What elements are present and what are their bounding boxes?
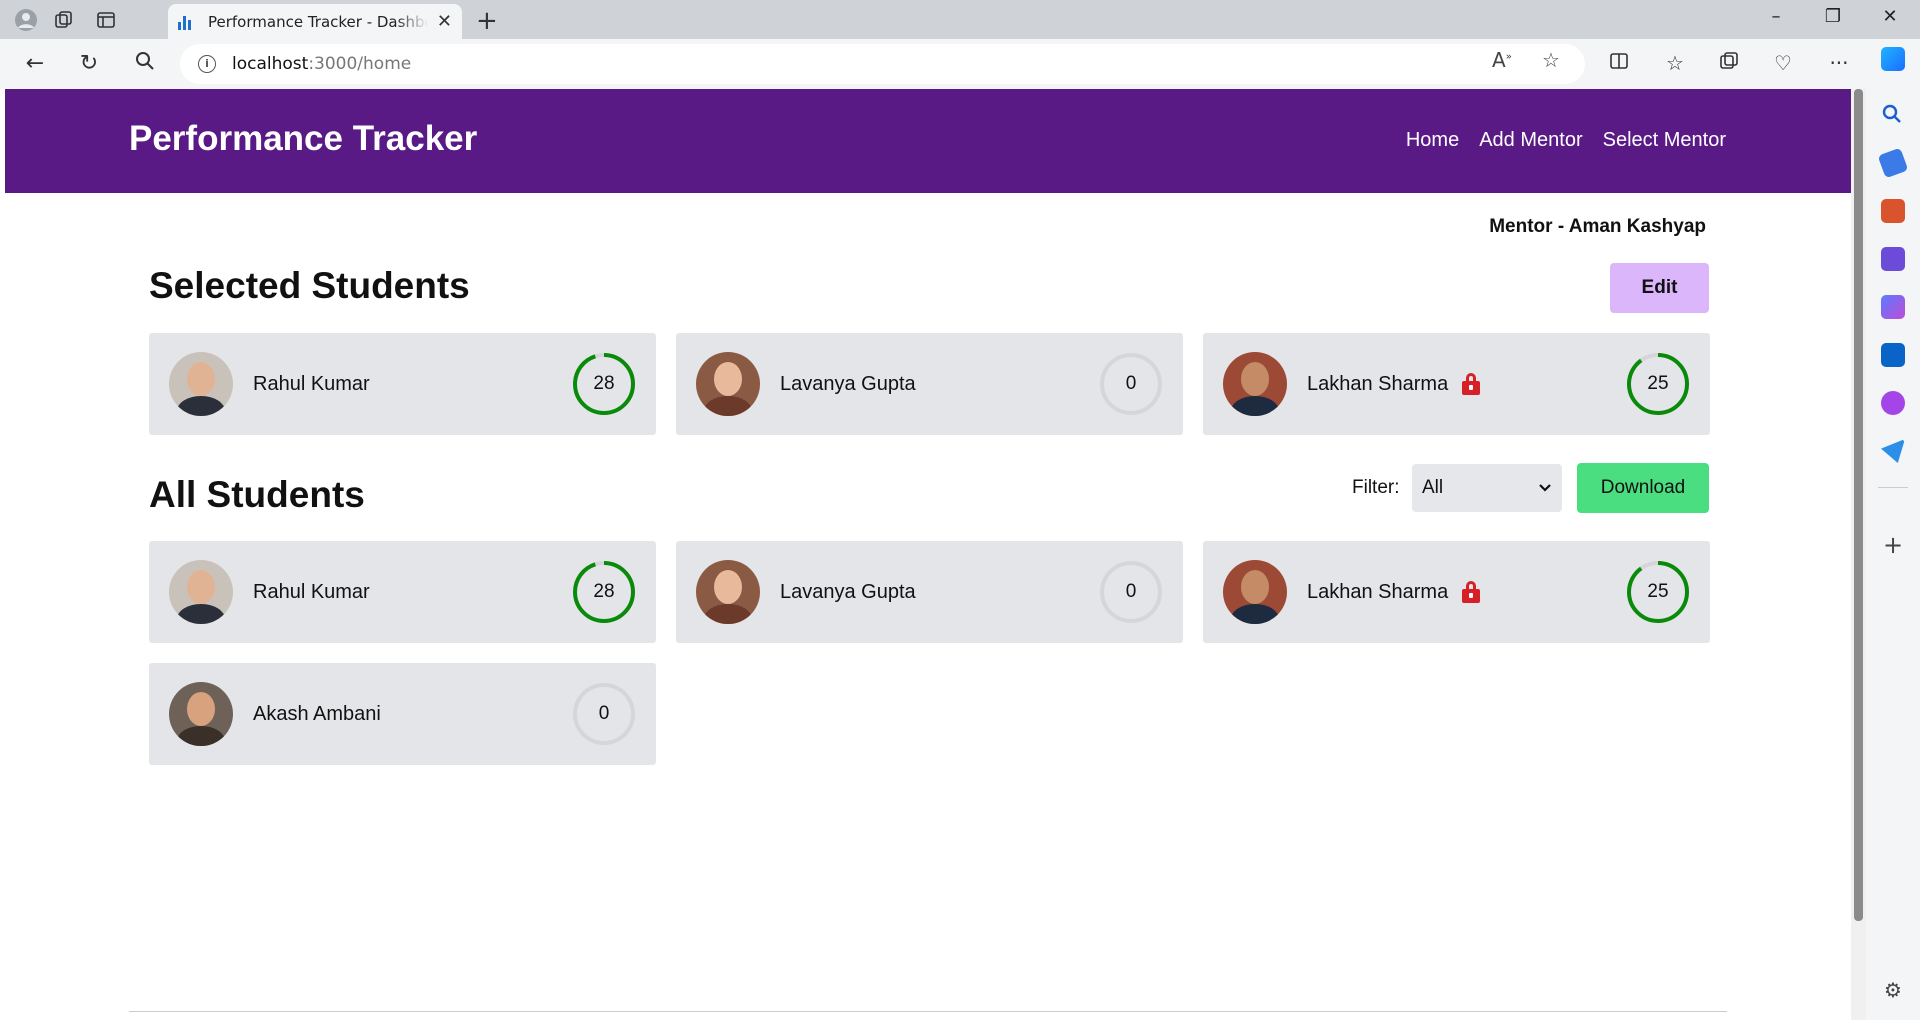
score-value: 28 xyxy=(593,581,615,602)
page-scrollbar[interactable] xyxy=(1851,89,1866,1020)
app-brand[interactable]: Performance Tracker xyxy=(129,119,477,159)
outlook-icon[interactable] xyxy=(1881,343,1905,367)
score-value: 0 xyxy=(598,703,610,724)
student-card[interactable]: Lavanya Gupta 0 xyxy=(676,333,1183,435)
read-aloud-icon[interactable]: A» xyxy=(1492,48,1512,72)
app-page: Performance Tracker Home Add Mentor Sele… xyxy=(5,89,1851,1020)
score-ring: 0 xyxy=(1099,560,1163,624)
student-avatar xyxy=(696,352,760,416)
refresh-icon[interactable]: ↻ xyxy=(74,51,104,76)
selected-students-title: Selected Students xyxy=(149,265,470,306)
window-close-icon[interactable]: ✕ xyxy=(1870,6,1910,27)
sidebar-divider xyxy=(1878,487,1908,488)
close-tab-icon[interactable]: ✕ xyxy=(437,11,452,32)
edit-button[interactable]: Edit xyxy=(1610,263,1709,313)
student-avatar xyxy=(169,682,233,746)
tab-title: Performance Tracker - Dashboard xyxy=(208,12,428,31)
score-ring: 25 xyxy=(1626,352,1690,416)
microsoft365-icon[interactable] xyxy=(1881,295,1905,319)
filter-select[interactable]: All xyxy=(1412,464,1562,512)
vertical-tabs-icon[interactable] xyxy=(94,8,118,32)
student-card[interactable]: Lakhan Sharma 25 xyxy=(1203,541,1710,643)
score-value: 28 xyxy=(593,373,615,394)
top-navigation: Home Add Mentor Select Mentor xyxy=(1406,129,1726,152)
address-toolbar: ← ↻ i localhost :3000/home A» ☆ ☆ ♡ ··· xyxy=(0,39,1920,89)
student-card[interactable]: Akash Ambani 0 xyxy=(149,663,656,765)
student-avatar xyxy=(169,352,233,416)
more-options-icon[interactable]: ··· xyxy=(1824,51,1854,75)
new-tab-icon[interactable]: + xyxy=(476,6,498,36)
chevron-down-icon xyxy=(1538,477,1552,499)
sidebar-search-icon[interactable] xyxy=(1881,103,1905,127)
student-name: Lakhan Sharma xyxy=(1307,580,1449,603)
designer-icon[interactable] xyxy=(1881,391,1905,415)
filter-label: Filter: xyxy=(1352,477,1400,498)
score-value: 0 xyxy=(1125,581,1137,602)
back-icon[interactable]: ← xyxy=(20,51,50,76)
settings-gear-icon[interactable]: ⚙ xyxy=(1881,978,1905,1002)
browser-essentials-icon[interactable]: ♡ xyxy=(1768,51,1798,75)
student-card[interactable]: Lakhan Sharma 25 xyxy=(1203,333,1710,435)
student-card[interactable]: Rahul Kumar 28 xyxy=(149,333,656,435)
favorite-star-icon[interactable]: ☆ xyxy=(1542,48,1560,72)
favorites-icon[interactable]: ☆ xyxy=(1660,51,1690,75)
score-value: 0 xyxy=(1125,373,1137,394)
student-avatar xyxy=(1223,560,1287,624)
shopping-tag-icon[interactable] xyxy=(1877,147,1909,179)
lock-icon xyxy=(1462,373,1481,395)
student-name: Lakhan Sharma xyxy=(1307,372,1449,395)
site-info-icon[interactable]: i xyxy=(198,55,216,73)
mentor-label: Mentor - Aman Kashyap xyxy=(1489,216,1706,237)
profile-icon[interactable] xyxy=(14,8,38,32)
url-bar[interactable]: i localhost :3000/home xyxy=(180,44,1585,84)
chart-favicon-icon xyxy=(178,14,194,30)
filter-selected-value: All xyxy=(1422,477,1444,498)
student-name: Lavanya Gupta xyxy=(780,372,916,395)
student-avatar xyxy=(169,560,233,624)
score-ring: 0 xyxy=(572,682,636,746)
edge-sidebar: + ⚙ xyxy=(1866,39,1920,1020)
tools-briefcase-icon[interactable] xyxy=(1881,199,1905,223)
student-card[interactable]: Rahul Kumar 28 xyxy=(149,541,656,643)
student-avatar xyxy=(696,560,760,624)
app-header: Performance Tracker Home Add Mentor Sele… xyxy=(5,89,1851,193)
copilot-icon[interactable] xyxy=(1881,47,1905,71)
student-avatar xyxy=(1223,352,1287,416)
score-value: 25 xyxy=(1647,373,1669,394)
student-card[interactable]: Lavanya Gupta 0 xyxy=(676,541,1183,643)
score-ring: 25 xyxy=(1626,560,1690,624)
score-ring: 28 xyxy=(572,352,636,416)
games-icon[interactable] xyxy=(1881,247,1905,271)
url-host: localhost xyxy=(232,54,309,74)
lock-icon xyxy=(1462,581,1481,603)
send-icon[interactable] xyxy=(1881,439,1905,463)
search-icon[interactable] xyxy=(130,51,160,77)
nav-home[interactable]: Home xyxy=(1406,129,1459,152)
nav-add-mentor[interactable]: Add Mentor xyxy=(1479,129,1582,152)
student-name: Rahul Kumar xyxy=(253,580,370,603)
minimize-icon[interactable]: – xyxy=(1756,6,1796,27)
scrollbar-thumb[interactable] xyxy=(1854,89,1863,921)
browser-tab-bar: Performance Tracker - Dashboard ✕ + – ❐ … xyxy=(0,0,1920,39)
score-ring: 28 xyxy=(572,560,636,624)
nav-select-mentor[interactable]: Select Mentor xyxy=(1603,129,1726,152)
download-button[interactable]: Download xyxy=(1577,463,1709,513)
restore-icon[interactable]: ❐ xyxy=(1813,6,1853,27)
add-sidebar-icon[interactable]: + xyxy=(1881,533,1905,557)
url-path: :3000/home xyxy=(308,54,412,74)
score-ring: 0 xyxy=(1099,352,1163,416)
collections-icon[interactable] xyxy=(1714,51,1744,76)
split-screen-icon[interactable] xyxy=(1604,51,1634,76)
score-value: 25 xyxy=(1647,581,1669,602)
footer-divider xyxy=(129,1011,1727,1012)
student-name: Rahul Kumar xyxy=(253,372,370,395)
workspaces-icon[interactable] xyxy=(52,8,76,32)
student-name: Lavanya Gupta xyxy=(780,580,916,603)
active-tab[interactable]: Performance Tracker - Dashboard ✕ xyxy=(168,4,462,39)
all-students-title: All Students xyxy=(149,474,365,515)
student-name: Akash Ambani xyxy=(253,702,381,725)
